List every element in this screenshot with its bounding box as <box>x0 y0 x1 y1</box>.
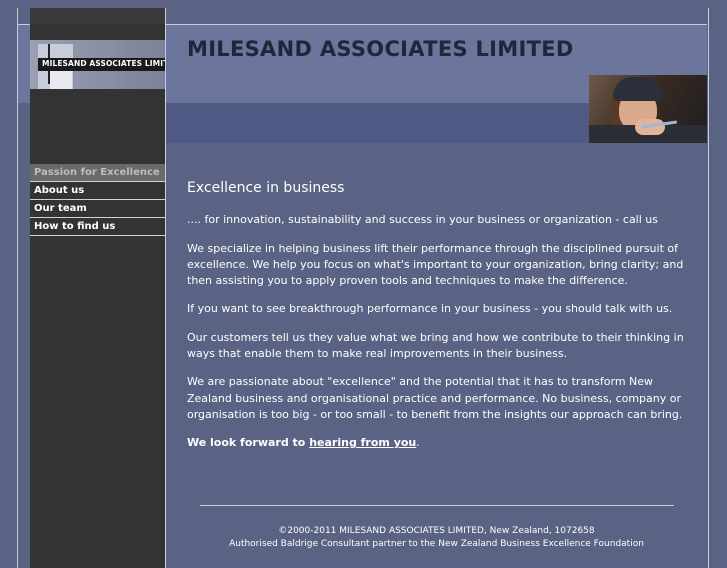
paragraph-specialize: We specialize in helping business lift t… <box>187 241 684 288</box>
sidebar-nav: Passion for Excellence About us Our team… <box>30 164 165 236</box>
site-title: MILESAND ASSOCIATES LIMITED <box>187 37 574 61</box>
paragraph-breakthrough: If you want to see breakthrough performa… <box>187 302 673 316</box>
paragraph-passionate: We are passionate about "excellence" and… <box>187 375 683 421</box>
intro-paragraph: .... for innovation, sustainability and … <box>187 213 658 227</box>
company-logo[interactable]: MILESAND ASSOCIATES LIMITED <box>30 40 165 89</box>
footer-copyright: ©2000-2011 MILESAND ASSOCIATES LIMITED, … <box>278 526 595 536</box>
footer-divider <box>200 505 674 506</box>
paragraph-customers: Our customers tell us they value what we… <box>187 330 684 361</box>
logo-text: MILESAND ASSOCIATES LIMITED <box>42 59 165 68</box>
main-content: Excellence in business .... for innovati… <box>187 180 687 464</box>
nav-item-passion-for-excellence[interactable]: Passion for Excellence <box>30 164 165 182</box>
header-photo <box>589 75 707 143</box>
column-divider <box>165 8 166 568</box>
logo-square-light <box>50 68 72 89</box>
closing-end: . <box>416 436 420 450</box>
nav-item-about-us[interactable]: About us <box>30 182 165 200</box>
page-heading: Excellence in business <box>187 180 345 196</box>
sidebar-top <box>30 8 165 24</box>
footer: ©2000-2011 MILESAND ASSOCIATES LIMITED, … <box>166 525 707 551</box>
hearing-from-you-link[interactable]: hearing from you <box>309 436 416 449</box>
nav-item-our-team[interactable]: Our team <box>30 200 165 218</box>
nav-item-how-to-find-us[interactable]: How to find us <box>30 218 165 236</box>
sidebar <box>30 8 165 568</box>
closing-text: We look forward to <box>187 436 306 450</box>
closing-paragraph: We look forward to hearing from you. <box>187 435 687 451</box>
